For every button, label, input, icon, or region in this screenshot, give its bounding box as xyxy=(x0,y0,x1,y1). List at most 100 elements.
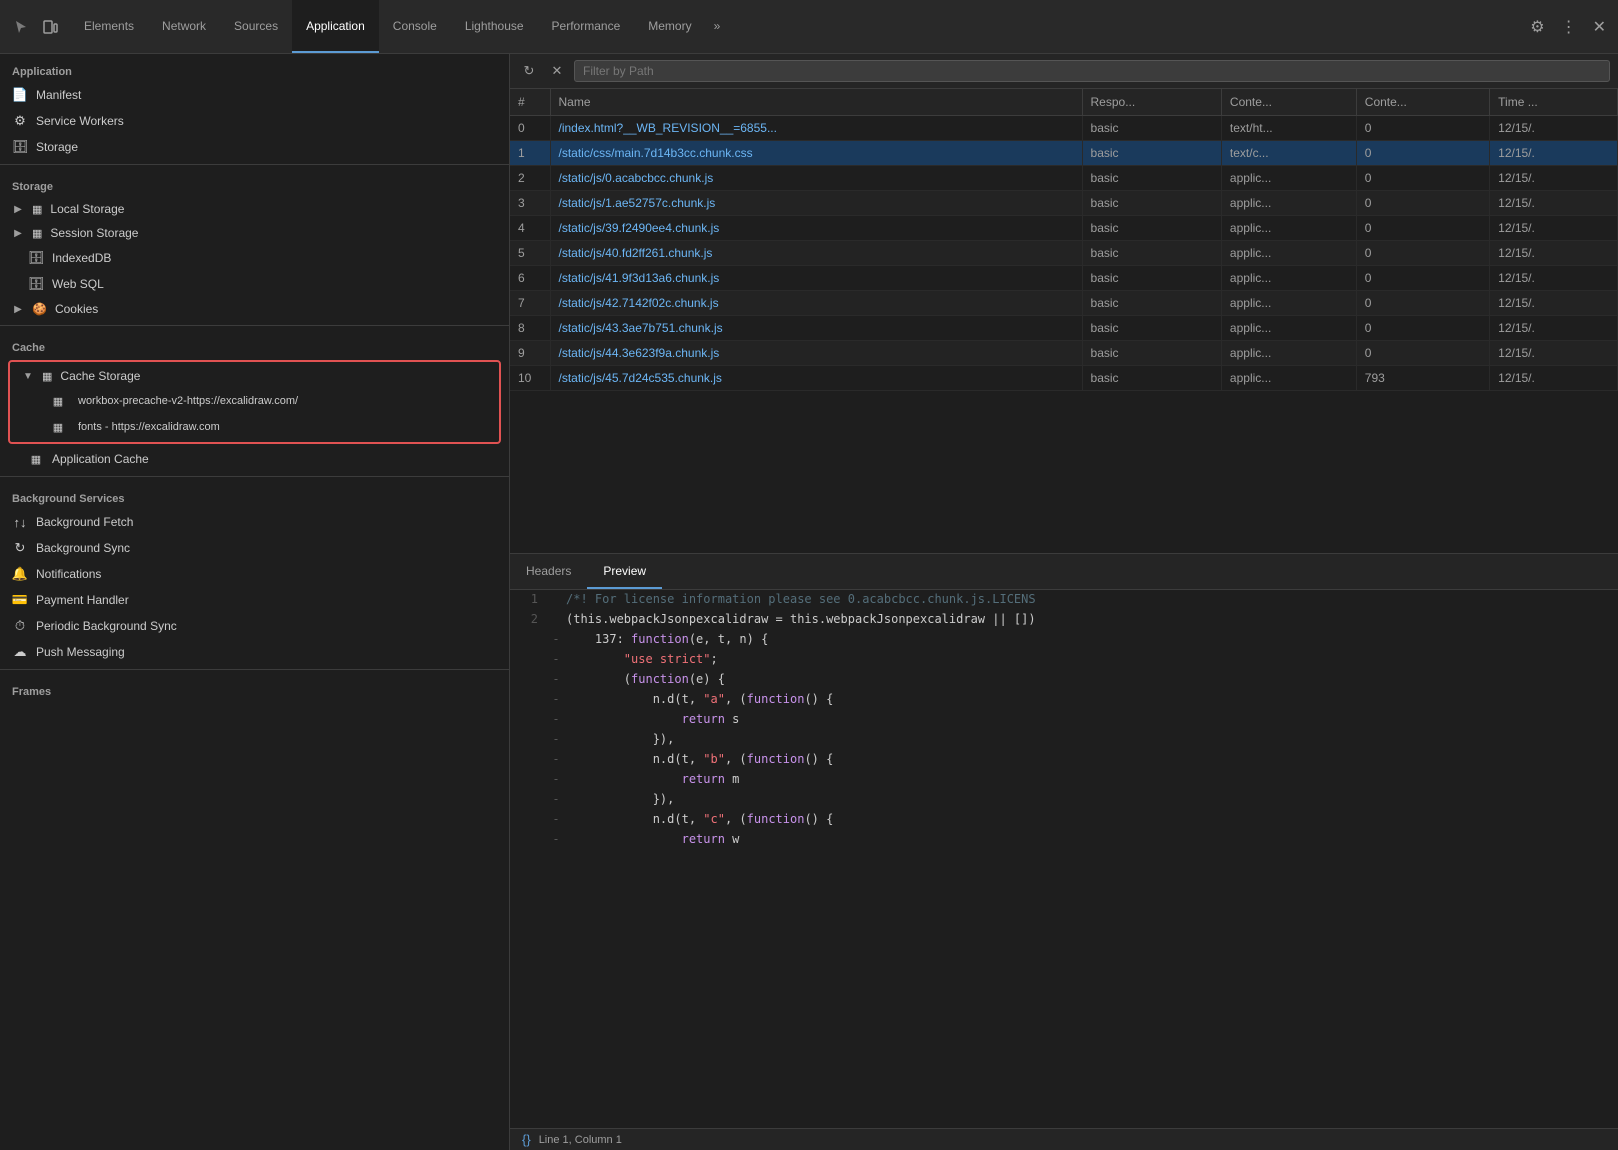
cell-num: 10 xyxy=(510,366,550,391)
sidebar-item-payment-handler[interactable]: 💳 Payment Handler xyxy=(0,587,509,613)
cell-num: 6 xyxy=(510,266,550,291)
sidebar-item-periodic-sync[interactable]: ⏱ Periodic Background Sync xyxy=(0,613,509,639)
sidebar-item-session-storage[interactable]: ▦ Session Storage xyxy=(0,221,509,245)
clear-button[interactable]: ✕ xyxy=(546,60,568,82)
cell-name: /static/js/44.3e623f9a.chunk.js xyxy=(550,341,1082,366)
cache-storage-icon: ▦ xyxy=(42,370,52,383)
tab-preview[interactable]: Preview xyxy=(587,554,662,589)
sidebar-item-push-messaging[interactable]: ☁ Push Messaging xyxy=(0,639,509,665)
sidebar-item-indexed-db[interactable]: 🗄 IndexedDB xyxy=(0,245,509,271)
cell-response: basic xyxy=(1082,166,1221,191)
indexed-db-icon: 🗄 xyxy=(28,250,44,266)
cell-content1: text/ht... xyxy=(1221,116,1356,141)
table-row[interactable]: 3/static/js/1.ae52757c.chunk.jsbasicappl… xyxy=(510,191,1618,216)
tab-headers[interactable]: Headers xyxy=(510,554,587,589)
tab-performance[interactable]: Performance xyxy=(538,0,635,53)
status-bar: {} Line 1, Column 1 xyxy=(510,1128,1618,1150)
sidebar-item-cache-entry1[interactable]: ▦ workbox-precache-v2-https://excalidraw… xyxy=(10,388,499,414)
tab-network[interactable]: Network xyxy=(148,0,220,53)
periodic-sync-icon: ⏱ xyxy=(12,618,28,634)
col-name: Name xyxy=(550,89,1082,116)
web-sql-icon: 🗄 xyxy=(28,276,44,292)
code-line-12: - n.d(t, "c", (function() { xyxy=(510,810,1618,830)
cell-time: 12/15/. xyxy=(1490,191,1618,216)
cell-name: /static/js/40.fd2ff261.chunk.js xyxy=(550,241,1082,266)
payment-handler-icon: 💳 xyxy=(12,592,28,608)
code-line-9: - n.d(t, "b", (function() { xyxy=(510,750,1618,770)
sidebar-item-cookies[interactable]: 🍪 Cookies xyxy=(0,297,509,321)
cell-time: 12/15/. xyxy=(1490,116,1618,141)
sidebar-item-local-storage[interactable]: ▦ Local Storage xyxy=(0,197,509,221)
refresh-button[interactable]: ↻ xyxy=(518,60,540,82)
background-sync-icon: ↻ xyxy=(12,540,28,556)
settings-icon[interactable]: ⚙ xyxy=(1526,13,1548,41)
sidebar-item-manifest[interactable]: 📄 Manifest xyxy=(0,82,509,108)
cell-content1: applic... xyxy=(1221,291,1356,316)
storage-main-icon: 🗄 xyxy=(12,139,28,155)
braces-icon: {} xyxy=(522,1132,531,1147)
table-row[interactable]: 0/index.html?__WB_REVISION__=6855...basi… xyxy=(510,116,1618,141)
cache-entry1-icon: ▦ xyxy=(50,393,66,409)
sidebar-item-storage-main[interactable]: 🗄 Storage xyxy=(0,134,509,160)
tab-more[interactable]: » xyxy=(706,0,729,53)
cell-content2: 0 xyxy=(1356,191,1489,216)
code-line-2: 2 (this.webpackJsonpexcalidraw = this.we… xyxy=(510,610,1618,630)
cell-content1: applic... xyxy=(1221,341,1356,366)
storage-section-label: Storage xyxy=(0,169,509,197)
local-storage-icon: ▦ xyxy=(32,203,42,216)
cell-content2: 0 xyxy=(1356,166,1489,191)
tab-console[interactable]: Console xyxy=(379,0,451,53)
close-devtools-icon[interactable]: ✕ xyxy=(1589,13,1610,41)
sidebar-item-web-sql[interactable]: 🗄 Web SQL xyxy=(0,271,509,297)
device-icon[interactable] xyxy=(38,15,62,39)
table-row[interactable]: 9/static/js/44.3e623f9a.chunk.jsbasicapp… xyxy=(510,341,1618,366)
table-row[interactable]: 2/static/js/0.acabcbcc.chunk.jsbasicappl… xyxy=(510,166,1618,191)
sidebar-item-service-workers[interactable]: ⚙ Service Workers xyxy=(0,108,509,134)
table-row[interactable]: 4/static/js/39.f2490ee4.chunk.jsbasicapp… xyxy=(510,216,1618,241)
sidebar-item-cache-storage[interactable]: ▦ Cache Storage xyxy=(10,364,499,388)
code-line-7: - return s xyxy=(510,710,1618,730)
sidebar-item-application-cache[interactable]: ▦ Application Cache xyxy=(0,446,509,472)
table-row[interactable]: 7/static/js/42.7142f02c.chunk.jsbasicapp… xyxy=(510,291,1618,316)
right-panel: ↻ ✕ # Name Respo... Conte... Conte... Ti… xyxy=(510,54,1618,1150)
table-row[interactable]: 10/static/js/45.7d24c535.chunk.jsbasicap… xyxy=(510,366,1618,391)
table-area: ↻ ✕ # Name Respo... Conte... Conte... Ti… xyxy=(510,54,1618,554)
cell-content2: 0 xyxy=(1356,316,1489,341)
application-cache-icon: ▦ xyxy=(28,451,44,467)
divider4 xyxy=(0,669,509,670)
cell-content2: 0 xyxy=(1356,341,1489,366)
col-num: # xyxy=(510,89,550,116)
tab-elements[interactable]: Elements xyxy=(70,0,148,53)
service-workers-icon: ⚙ xyxy=(12,113,28,129)
cell-content2: 0 xyxy=(1356,141,1489,166)
sidebar-item-notifications[interactable]: 🔔 Notifications xyxy=(0,561,509,587)
more-options-icon[interactable]: ⋮ xyxy=(1557,13,1581,41)
code-line-5: - (function(e) { xyxy=(510,670,1618,690)
tab-sources[interactable]: Sources xyxy=(220,0,292,53)
table-row[interactable]: 8/static/js/43.3ae7b751.chunk.jsbasicapp… xyxy=(510,316,1618,341)
cell-response: basic xyxy=(1082,341,1221,366)
filter-input[interactable] xyxy=(574,60,1610,82)
table-row[interactable]: 5/static/js/40.fd2ff261.chunk.jsbasicapp… xyxy=(510,241,1618,266)
tab-memory[interactable]: Memory xyxy=(634,0,705,53)
sidebar-item-background-fetch[interactable]: ↑↓ Background Fetch xyxy=(0,509,509,535)
table-row[interactable]: 6/static/js/41.9f3d13a6.chunk.jsbasicapp… xyxy=(510,266,1618,291)
cursor-icon[interactable] xyxy=(8,15,32,39)
sidebar: Application 📄 Manifest ⚙ Service Workers… xyxy=(0,54,510,1150)
tab-lighthouse[interactable]: Lighthouse xyxy=(451,0,538,53)
cell-response: basic xyxy=(1082,141,1221,166)
code-line-4: - "use strict"; xyxy=(510,650,1618,670)
cell-name: /static/js/45.7d24c535.chunk.js xyxy=(550,366,1082,391)
sidebar-item-cache-entry2[interactable]: ▦ fonts - https://excalidraw.com xyxy=(10,414,499,440)
cell-content2: 0 xyxy=(1356,266,1489,291)
tab-application[interactable]: Application xyxy=(292,0,379,53)
cell-name: /static/css/main.7d14b3cc.chunk.css xyxy=(550,141,1082,166)
table-row[interactable]: 1/static/css/main.7d14b3cc.chunk.cssbasi… xyxy=(510,141,1618,166)
cell-content1: applic... xyxy=(1221,166,1356,191)
cell-content1: applic... xyxy=(1221,316,1356,341)
code-view[interactable]: 1 /*! For license information please see… xyxy=(510,590,1618,1128)
cell-time: 12/15/. xyxy=(1490,166,1618,191)
col-content2: Conte... xyxy=(1356,89,1489,116)
sidebar-item-background-sync[interactable]: ↻ Background Sync xyxy=(0,535,509,561)
cell-num: 1 xyxy=(510,141,550,166)
